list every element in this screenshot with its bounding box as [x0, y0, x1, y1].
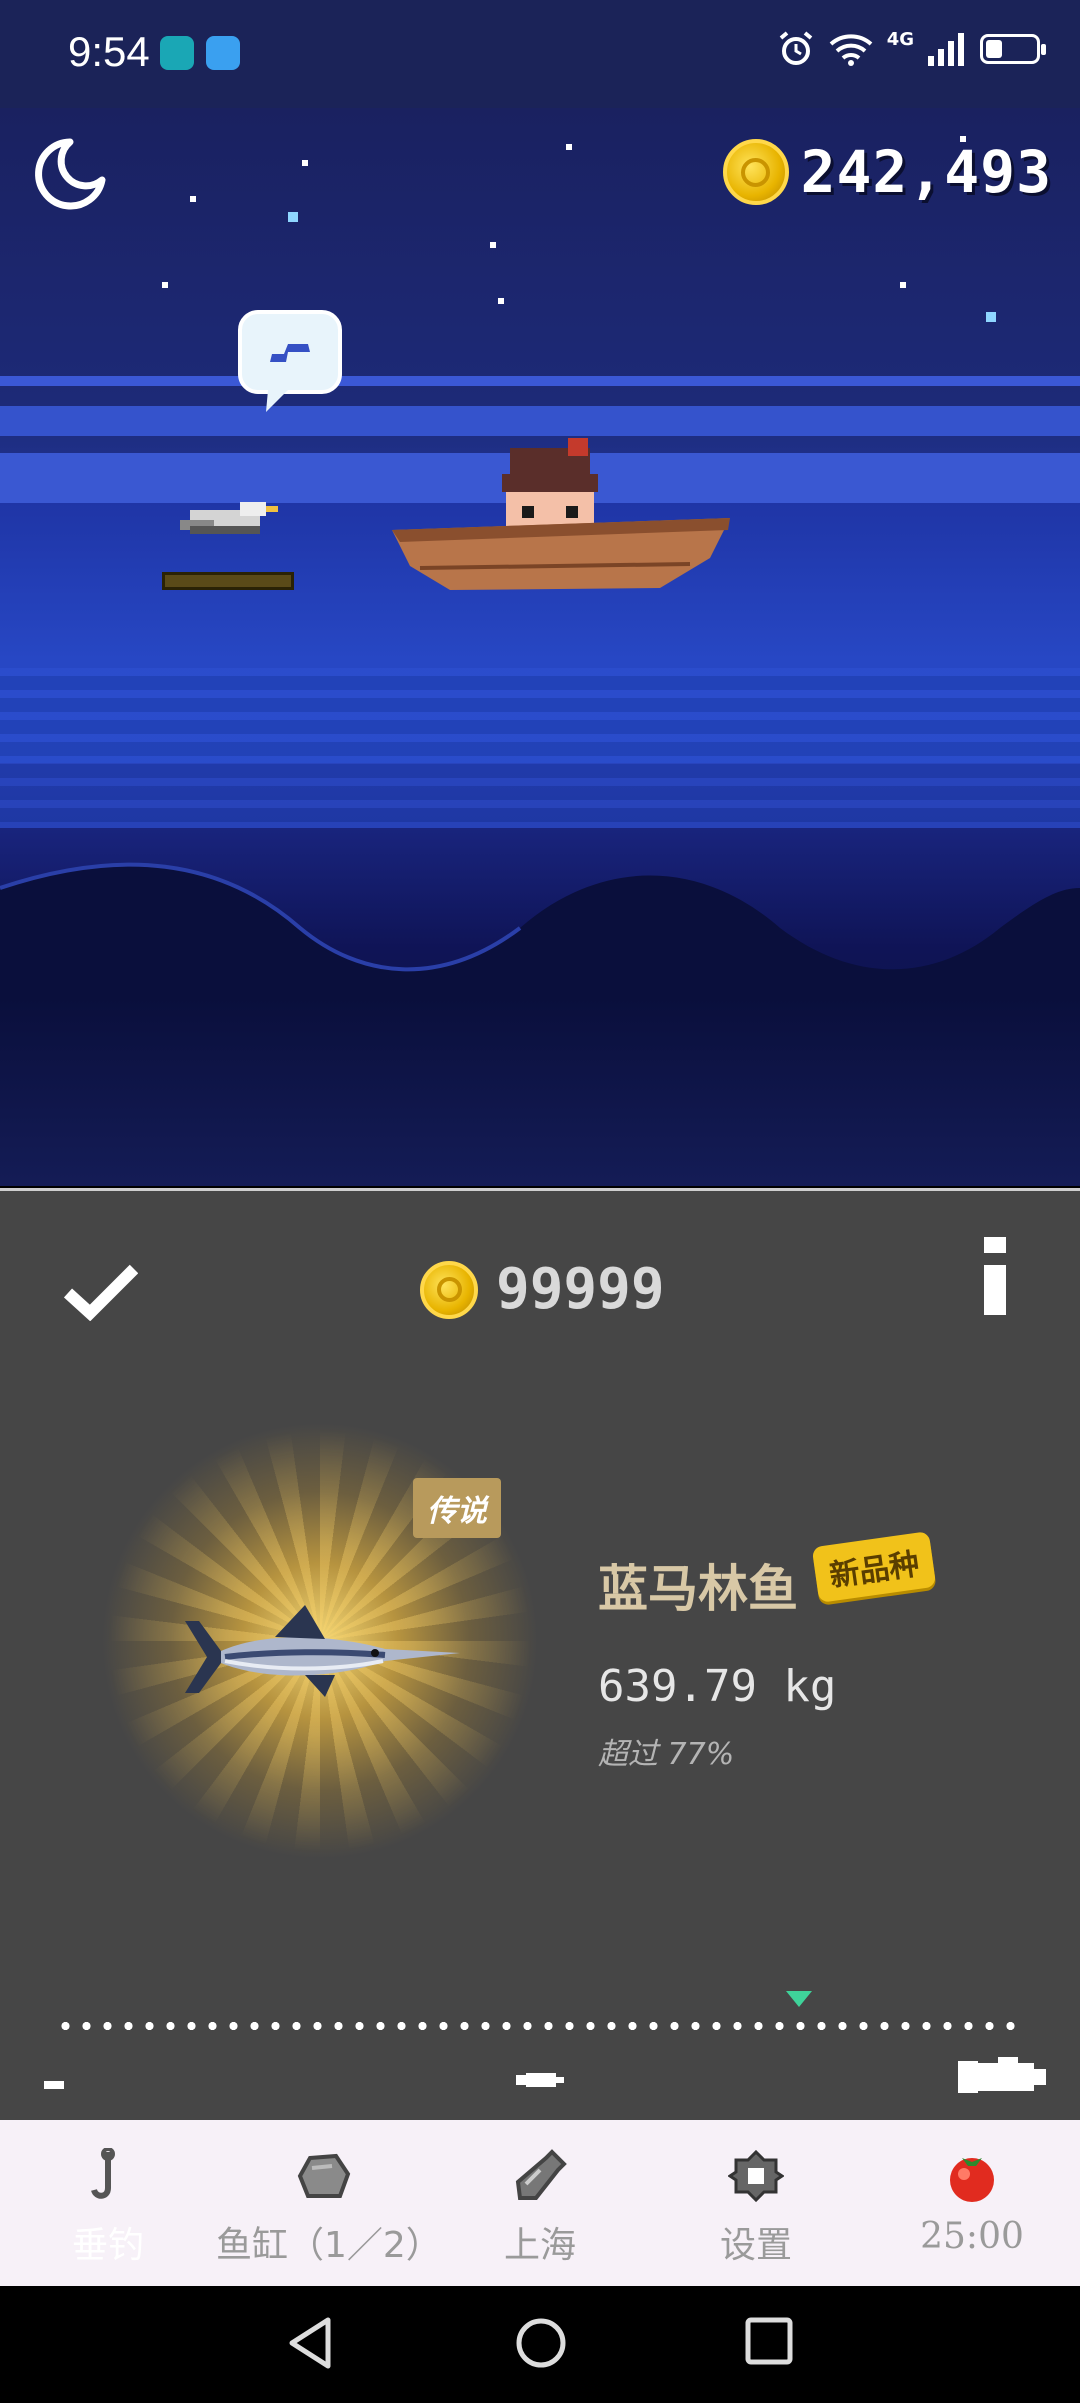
- small-fish-icon: [44, 2081, 64, 2089]
- ocean-wave: [0, 862, 1080, 1186]
- wifi-icon: [829, 34, 873, 66]
- sea-ripples: [0, 668, 1080, 828]
- catch-coins: 99999: [420, 1257, 665, 1322]
- back-icon[interactable]: [286, 2316, 336, 2370]
- fishing-scene[interactable]: 242,493: [0, 108, 1080, 1186]
- horizon-band: [0, 376, 1080, 386]
- fish-name: 蓝马林鱼: [598, 1560, 798, 1618]
- nav-label: 上海: [503, 2225, 576, 2266]
- status-time: 9:54: [68, 28, 150, 75]
- speech-bubble-icon[interactable]: [236, 308, 344, 418]
- fisherman-boat-sprite[interactable]: [390, 438, 730, 618]
- fishing-hook-icon: [91, 2148, 115, 2199]
- signal-icon: [928, 33, 964, 66]
- tomato-timer-icon: [950, 2158, 994, 2202]
- info-button[interactable]: [984, 1237, 1006, 1317]
- star: [302, 160, 308, 166]
- catch-result-panel: 99999 传说 蓝马林鱼 新品种 639.79 kg 超过 77%: [0, 1188, 1080, 2120]
- star: [566, 144, 572, 150]
- weight-marker: [786, 1991, 812, 2007]
- battery-icon: [980, 34, 1046, 64]
- horizon-band: [0, 406, 1080, 436]
- nav-label: 垂钓: [71, 2225, 144, 2266]
- seagull-sprite: [180, 502, 278, 534]
- stone-icon: [297, 2153, 351, 2198]
- info-icon: [984, 1237, 1006, 1253]
- star: [900, 282, 906, 288]
- nav-label: 鱼缸（1／2）: [216, 2225, 442, 2266]
- catch-coins-value: 99999: [496, 1257, 665, 1322]
- coin-icon: [420, 1260, 478, 1319]
- music-app-icon: [160, 36, 194, 70]
- star: [288, 212, 298, 222]
- star: [162, 282, 168, 288]
- nav-item-location[interactable]: 上海: [432, 2120, 648, 2286]
- bottle-icon: [515, 2149, 567, 2200]
- recents-icon[interactable]: [744, 2316, 794, 2366]
- fish-weight: 639.79 kg: [598, 1661, 837, 1712]
- large-fish-icon: [958, 2057, 1046, 2093]
- nav-item-aquarium[interactable]: 鱼缸（1／2）: [216, 2120, 442, 2286]
- weight-scale: [55, 2021, 1015, 2031]
- alarm-icon: [779, 31, 812, 65]
- blue-marlin-sprite: [185, 1605, 460, 1697]
- system-nav-bar: [0, 2286, 1080, 2403]
- new-species-badge: 新品种: [811, 1531, 937, 1603]
- status-bar: 9:54 4G: [0, 0, 1080, 108]
- star: [190, 196, 196, 202]
- nav-label: 设置: [719, 2225, 792, 2266]
- home-icon[interactable]: [514, 2316, 568, 2370]
- network-label: 4G: [886, 28, 914, 50]
- medium-fish-icon: [516, 2073, 564, 2087]
- nav-item-fishing[interactable]: 垂钓: [0, 2120, 216, 2286]
- weight-percentile: 超过 77%: [598, 1737, 735, 1772]
- browser-app-icon: [206, 36, 240, 70]
- star: [490, 242, 496, 248]
- star: [498, 298, 504, 304]
- confirm-check-button[interactable]: [64, 1263, 138, 1321]
- coin-icon: [722, 139, 789, 205]
- total-coins: 242,493: [722, 138, 1052, 206]
- gear-icon: [728, 2149, 784, 2203]
- nav-item-settings[interactable]: 设置: [648, 2120, 864, 2286]
- total-coins-value: 242,493: [800, 138, 1052, 206]
- bottom-nav: 垂钓 鱼缸（1／2） 上海 设置 25:00: [0, 2120, 1080, 2286]
- nav-item-timer[interactable]: 25:00: [864, 2120, 1080, 2286]
- nav-label: 25:00: [920, 2216, 1024, 2257]
- moon-icon[interactable]: [30, 136, 108, 214]
- rarity-badge: 传说: [413, 1478, 501, 1538]
- star: [986, 312, 996, 322]
- bird-health-bar: [162, 572, 294, 590]
